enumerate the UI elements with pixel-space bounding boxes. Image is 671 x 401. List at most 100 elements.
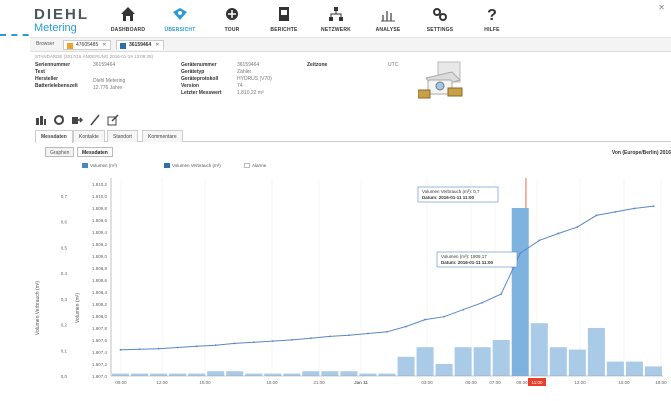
open-tabs-bar: Browser 47605485 ✕ 36159464 ✕ bbox=[30, 38, 671, 52]
volume-point bbox=[424, 318, 426, 321]
volume-tooltip-line2: Datum: 2016-01-11 11:00 bbox=[441, 260, 494, 265]
info-value: 12.776 Jahre bbox=[93, 85, 123, 91]
refresh-icon[interactable] bbox=[53, 114, 65, 126]
consumption-bar bbox=[435, 364, 453, 376]
tab-messdaten[interactable]: Messdaten bbox=[35, 130, 73, 143]
volume-point bbox=[481, 301, 484, 304]
consumption-bar bbox=[568, 349, 586, 376]
info-row: 36159464 bbox=[237, 62, 259, 69]
nav-item-analysis[interactable]: ANALYSE bbox=[362, 6, 414, 33]
y-right-tick-label: 1.807,6 bbox=[92, 338, 108, 343]
tab-device-47605485[interactable]: 47605485 ✕ bbox=[63, 40, 112, 50]
graphs-button[interactable]: Graphen bbox=[45, 147, 75, 157]
consumption-bar bbox=[131, 373, 149, 376]
edit-icon[interactable] bbox=[89, 114, 101, 126]
info-row: Gerätetyp bbox=[181, 69, 204, 76]
close-icon[interactable]: ✕ bbox=[658, 3, 665, 12]
consumption-chart[interactable]: Volumen Verbrauch (m³) Volumen (m³) 0,7 0… bbox=[35, 160, 671, 401]
nav-item-network[interactable]: NETZWERK bbox=[310, 6, 362, 33]
y-right-tick-label: 1.810,0 bbox=[92, 194, 108, 199]
y-left-tick-label: 0,4 bbox=[61, 271, 68, 276]
device-subtitle: STANDARDE (2017/16 ÄNDERUNG 2016-01-19 1… bbox=[35, 54, 153, 59]
nav-item-help[interactable]: ? HILFE bbox=[466, 6, 518, 33]
consumption-bar bbox=[340, 371, 358, 376]
x-tick-label: 18:00 bbox=[655, 380, 667, 385]
volume-point bbox=[328, 335, 331, 338]
y-right-tick-label: 1.808,0 bbox=[92, 314, 108, 319]
volume-point bbox=[119, 348, 122, 351]
x-tick-label: 18:00 bbox=[266, 380, 278, 385]
info-value: 36159464 bbox=[237, 62, 260, 68]
y-right-tick-label: 1.808,4 bbox=[92, 290, 108, 295]
consumption-bar bbox=[112, 373, 130, 376]
info-key: Version bbox=[181, 83, 200, 89]
x-tick-label: 12:00 bbox=[156, 380, 168, 385]
nav-label: TOUR bbox=[224, 27, 240, 33]
volume-point bbox=[576, 226, 579, 228]
info-row: Letzter Messwert bbox=[181, 90, 222, 97]
x-tick-label: 03:00 bbox=[421, 380, 433, 385]
bar-chart-icon[interactable] bbox=[35, 114, 47, 126]
volume-point bbox=[386, 330, 388, 333]
device-icon bbox=[67, 43, 73, 49]
info-row: UTC bbox=[388, 62, 398, 69]
info-value: 1.810,22 m³ bbox=[237, 90, 264, 96]
nav-item-reports[interactable]: BERICHTE bbox=[258, 6, 310, 33]
volume-point bbox=[309, 337, 312, 340]
y-right-axis-label: Volumen (m³) bbox=[75, 293, 81, 323]
tab-kontakte[interactable]: Kontakte bbox=[73, 130, 105, 142]
tab-label: 36159464 bbox=[129, 42, 152, 48]
timezone-label: Von (Europe/Berlin) 2016 bbox=[611, 150, 671, 156]
nav-item-settings[interactable]: SETTINGS bbox=[414, 6, 466, 33]
nav-item-overview[interactable]: ÜBERSICHT bbox=[154, 6, 206, 33]
consumption-bar bbox=[511, 208, 529, 376]
info-key: Gerätetyp bbox=[181, 69, 205, 75]
volume-tooltip-line1: Volumen (m³): 1809,17 bbox=[441, 254, 487, 259]
info-row: 1.810,22 m³ bbox=[237, 90, 264, 97]
close-icon[interactable]: ✕ bbox=[102, 42, 106, 48]
consumption-bar bbox=[283, 373, 301, 376]
nav-label: HILFE bbox=[484, 27, 500, 33]
top-navigation-bar: DIEHL Metering DASHBOARD ÜBERSICHT TOUR … bbox=[30, 0, 671, 38]
x-tick-label: 12:00 bbox=[574, 380, 586, 385]
tab-device-36159464[interactable]: 36159464 ✕ bbox=[116, 40, 165, 50]
nav-label: DASHBOARD bbox=[110, 27, 146, 33]
x-tick-label: 15:00 bbox=[199, 380, 211, 385]
info-row: Gerätenummer bbox=[181, 62, 217, 69]
nav-item-dashboard[interactable]: DASHBOARD bbox=[102, 6, 154, 33]
home-icon bbox=[121, 7, 135, 21]
y-right-tick-label: 1.807,8 bbox=[92, 326, 108, 331]
network-icon bbox=[329, 7, 343, 21]
measurements-button[interactable]: Messdaten bbox=[77, 147, 113, 157]
x-tick-label: 06:00 bbox=[465, 380, 477, 385]
info-row: Diehl Metering bbox=[93, 78, 125, 85]
browser-link[interactable]: Browser bbox=[36, 41, 54, 47]
nav-item-tour[interactable]: TOUR bbox=[206, 6, 258, 33]
consumption-bar bbox=[245, 373, 263, 376]
nav-label: ÜBERSICHT bbox=[164, 27, 196, 33]
y-right-tick-label: 1.808,8 bbox=[92, 266, 108, 271]
y-right-tick-label: 1.809,0 bbox=[92, 254, 108, 259]
info-row: Zähler bbox=[237, 69, 251, 76]
y-left-tick-label: 0,7 bbox=[61, 194, 68, 199]
info-value: Diehl Metering bbox=[93, 78, 126, 84]
info-key: Zeitzone bbox=[307, 62, 328, 68]
volume-point bbox=[233, 342, 236, 345]
x-tick-label: 21:00 bbox=[313, 380, 325, 385]
x-tick-label: 09:00 bbox=[516, 380, 528, 385]
report-icon bbox=[279, 7, 289, 21]
consumption-bar bbox=[169, 373, 187, 376]
close-icon[interactable]: ✕ bbox=[155, 42, 159, 48]
x-tick-label: 15:00 bbox=[618, 380, 630, 385]
info-row: 36159464 bbox=[93, 62, 115, 69]
write-icon[interactable] bbox=[107, 114, 119, 126]
tab-standort[interactable]: Standort bbox=[107, 130, 138, 142]
export-icon[interactable] bbox=[71, 114, 83, 126]
brand-logo[interactable]: DIEHL Metering bbox=[34, 7, 89, 34]
tour-icon bbox=[226, 8, 238, 20]
x-tick-label: 07:00 bbox=[489, 380, 501, 385]
y-left-tick-label: 0,1 bbox=[61, 348, 68, 353]
tab-kommentare[interactable]: Kommentare bbox=[142, 130, 183, 142]
volume-point bbox=[538, 239, 541, 242]
volume-point bbox=[462, 308, 465, 311]
